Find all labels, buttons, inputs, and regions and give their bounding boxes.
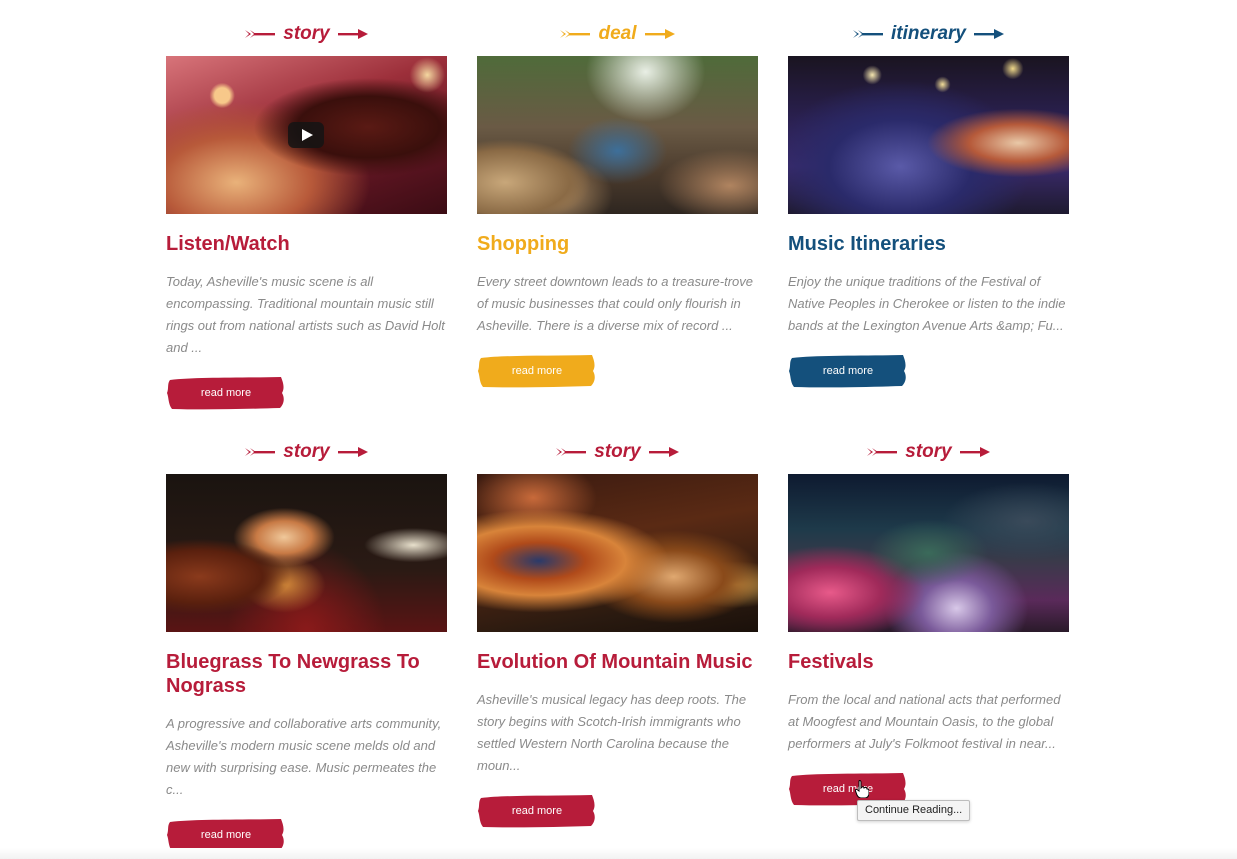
read-more-label: read more	[200, 829, 252, 841]
arrow-right-icon	[959, 446, 990, 458]
arrow-right-icon	[337, 446, 368, 458]
card-shopping: deal Shopping Every street downtown lead…	[477, 20, 758, 388]
card-description: Asheville's musical legacy has deep root…	[477, 692, 747, 773]
arrow-left-icon	[245, 446, 276, 458]
card-evolution-mountain-music: story Evolution Of Mountain Music Ashevi…	[477, 438, 758, 828]
card-description: Today, Asheville's music scene is all en…	[166, 274, 445, 355]
play-icon[interactable]	[288, 122, 324, 148]
read-more-label: read more	[511, 805, 563, 817]
hand-cursor-icon	[855, 780, 869, 798]
arrow-right-icon	[648, 446, 679, 458]
read-more-label: read more	[200, 387, 252, 399]
card-title[interactable]: Listen/Watch	[166, 232, 447, 256]
page-bottom-edge	[0, 848, 1237, 859]
card-music-itineraries: itinerary Music Itineraries Enjoy the un…	[788, 20, 1069, 388]
arrow-left-icon	[867, 446, 898, 458]
read-more-button[interactable]: read more	[166, 818, 286, 852]
card-image[interactable]	[788, 474, 1069, 632]
tag-label: story	[788, 438, 1069, 466]
card-title[interactable]: Music Itineraries	[788, 232, 1069, 256]
tag-text: story	[283, 441, 330, 462]
card-image[interactable]	[166, 474, 447, 632]
arrow-left-icon	[560, 28, 591, 40]
read-more-button[interactable]: read more	[166, 376, 286, 410]
tag-text: deal	[598, 23, 637, 44]
tag-label: story	[166, 20, 447, 48]
card-title[interactable]: Festivals	[788, 650, 1069, 674]
arrow-right-icon	[973, 28, 1004, 40]
tag-label: itinerary	[788, 20, 1069, 48]
card-festivals: story Festivals From the local and natio…	[788, 438, 1069, 806]
tag-text: story	[905, 441, 952, 462]
card-image[interactable]	[477, 56, 758, 214]
arrow-left-icon	[556, 446, 587, 458]
tag-text: story	[594, 441, 641, 462]
card-title[interactable]: Bluegrass To Newgrass To Nograss	[166, 650, 447, 698]
card-description: A progressive and collaborative arts com…	[166, 716, 442, 797]
card-image[interactable]	[788, 56, 1069, 214]
tag-text: itinerary	[891, 23, 966, 44]
tag-label: story	[166, 438, 447, 466]
card-description: From the local and national acts that pe…	[788, 692, 1061, 751]
read-more-button[interactable]: read more	[477, 354, 597, 388]
card-description: Enjoy the unique traditions of the Festi…	[788, 274, 1066, 333]
tag-text: story	[283, 23, 330, 44]
tooltip: Continue Reading...	[857, 800, 971, 821]
card-bluegrass: story Bluegrass To Newgrass To Nograss A…	[166, 438, 447, 852]
tag-label: deal	[477, 20, 758, 48]
card-title[interactable]: Shopping	[477, 232, 758, 256]
read-more-button[interactable]: read more	[788, 354, 908, 388]
arrow-left-icon	[853, 28, 883, 40]
tag-label: story	[477, 438, 758, 466]
card-description: Every street downtown leads to a treasur…	[477, 274, 754, 333]
read-more-label: read more	[822, 365, 874, 377]
read-more-button[interactable]: read more	[477, 794, 597, 828]
read-more-label: read more	[511, 365, 563, 377]
card-title[interactable]: Evolution Of Mountain Music	[477, 650, 758, 674]
card-image[interactable]	[166, 56, 447, 214]
arrow-left-icon	[245, 28, 276, 40]
card-listen-watch: story Listen/Watch Today, Asheville's mu…	[166, 20, 447, 410]
arrow-right-icon	[337, 28, 368, 40]
arrow-right-icon	[644, 28, 675, 40]
card-image[interactable]	[477, 474, 758, 632]
